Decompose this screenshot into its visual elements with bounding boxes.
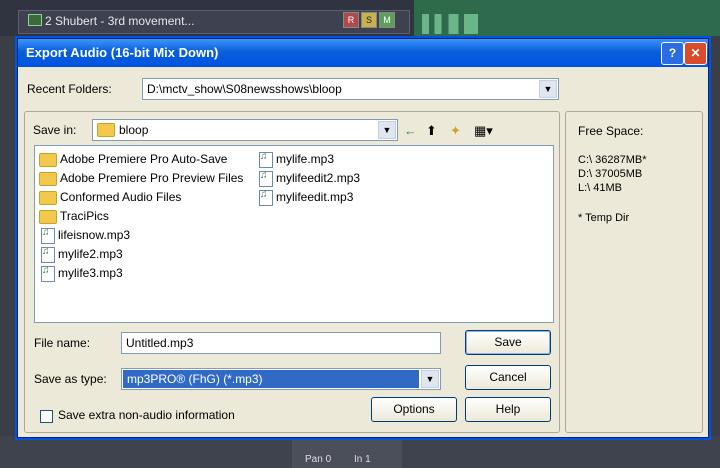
mute-button[interactable]: M xyxy=(379,12,395,28)
cancel-button[interactable]: Cancel xyxy=(465,365,551,390)
folder-icon xyxy=(97,123,115,137)
file-name-value: Untitled.mp3 xyxy=(126,336,194,350)
audio-file-icon xyxy=(41,265,55,282)
save-extra-info-checkbox[interactable] xyxy=(40,410,53,423)
file-list[interactable]: Adobe Premiere Pro Auto-Save Adobe Premi… xyxy=(34,145,554,323)
list-item[interactable]: mylifeedit.mp3 xyxy=(259,189,354,208)
recent-folders-value: D:\mctv_show\S08newsshows\bloop xyxy=(147,82,342,96)
free-space-title: Free Space: xyxy=(578,124,644,138)
help-button[interactable]: Help xyxy=(465,397,551,422)
save-in-select[interactable]: bloop ▼ xyxy=(92,119,398,141)
dialog-titlebar: Export Audio (16-bit Mix Down) ? ✕ xyxy=(18,39,708,67)
list-item[interactable]: Adobe Premiere Pro Auto-Save xyxy=(39,152,227,170)
folder-icon xyxy=(39,209,57,224)
list-item[interactable]: mylife.mp3 xyxy=(259,151,335,170)
input-label: In 1 xyxy=(354,454,371,465)
list-item[interactable]: mylife3.mp3 xyxy=(41,265,123,284)
file-name: mylife.mp3 xyxy=(276,152,335,167)
new-folder-icon[interactable]: ✦ xyxy=(450,123,461,139)
recent-folders-select[interactable]: D:\mctv_show\S08newsshows\bloop ▼ xyxy=(142,78,559,100)
solo-button[interactable]: S xyxy=(361,12,377,28)
track-icon xyxy=(28,14,42,26)
file-name: mylifeedit2.mp3 xyxy=(276,171,361,186)
list-item[interactable]: Adobe Premiere Pro Preview Files xyxy=(39,171,243,189)
pan-label: Pan 0 xyxy=(305,454,332,465)
save-button[interactable]: Save xyxy=(465,330,551,355)
list-item[interactable]: lifeisnow.mp3 xyxy=(41,227,131,246)
audio-file-icon xyxy=(41,227,55,244)
free-space-panel: Free Space: C:\ 36287MB* D:\ 37005MB L:\… xyxy=(565,111,703,433)
file-name-label: File name: xyxy=(34,336,91,350)
file-name: lifeisnow.mp3 xyxy=(58,228,131,243)
dialog-title: Export Audio (16-bit Mix Down) xyxy=(26,45,219,60)
drive-d-space: D:\ 37005MB xyxy=(578,168,643,180)
help-icon[interactable]: ? xyxy=(661,42,684,65)
track-label: 2 Shubert - 3rd movement... xyxy=(45,14,195,28)
list-item[interactable]: mylifeedit2.mp3 xyxy=(259,170,361,189)
temp-dir-note: * Temp Dir xyxy=(578,212,630,224)
file-name: mylife3.mp3 xyxy=(58,266,123,281)
list-item[interactable]: mylife2.mp3 xyxy=(41,246,123,265)
up-folder-icon[interactable]: ⬆ xyxy=(426,123,437,139)
list-item[interactable]: TraciPics xyxy=(39,209,109,227)
file-name: Conformed Audio Files xyxy=(60,190,182,204)
drive-l-space: L:\ 41MB xyxy=(578,182,623,194)
save-as-type-value: mp3PRO® (FhG) (*.mp3) xyxy=(127,372,263,386)
save-in-value: bloop xyxy=(119,123,149,137)
save-as-type-select[interactable]: mp3PRO® (FhG) (*.mp3) ▼ xyxy=(121,368,441,390)
chevron-down-icon[interactable]: ▼ xyxy=(539,80,557,98)
folder-icon xyxy=(39,190,57,205)
record-button[interactable]: R xyxy=(343,12,359,28)
audio-file-icon xyxy=(259,189,273,206)
close-icon[interactable]: ✕ xyxy=(684,42,707,65)
audio-file-icon xyxy=(259,151,273,168)
save-as-type-label: Save as type: xyxy=(34,372,107,386)
file-name: mylife2.mp3 xyxy=(58,247,123,262)
folder-icon xyxy=(39,152,57,167)
file-name: TraciPics xyxy=(60,209,109,223)
chevron-down-icon[interactable]: ▼ xyxy=(421,370,439,388)
options-button[interactable]: Options xyxy=(371,397,457,422)
back-icon[interactable]: ← xyxy=(404,123,417,138)
save-as-type-highlight: mp3PRO® (FhG) (*.mp3) xyxy=(123,370,419,388)
recent-folders-label: Recent Folders: xyxy=(27,82,112,96)
audio-file-icon xyxy=(259,170,273,187)
list-item[interactable]: Conformed Audio Files xyxy=(39,190,181,208)
export-audio-dialog: Export Audio (16-bit Mix Down) ? ✕ Recen… xyxy=(17,38,709,438)
folder-icon xyxy=(39,171,57,186)
file-name: Adobe Premiere Pro Preview Files xyxy=(60,171,244,185)
file-name: Adobe Premiere Pro Auto-Save xyxy=(60,152,228,166)
save-in-label: Save in: xyxy=(33,123,77,137)
save-extra-info-label: Save extra non-audio information xyxy=(58,408,235,422)
audio-file-icon xyxy=(41,246,55,263)
view-menu-icon[interactable]: ▦▾ xyxy=(474,123,493,139)
drive-c-space: C:\ 36287MB* xyxy=(578,154,647,166)
file-name: mylifeedit.mp3 xyxy=(276,190,354,205)
file-name-input[interactable]: Untitled.mp3 xyxy=(121,332,441,354)
waveform-shape xyxy=(422,14,492,34)
chevron-down-icon[interactable]: ▼ xyxy=(378,121,396,139)
